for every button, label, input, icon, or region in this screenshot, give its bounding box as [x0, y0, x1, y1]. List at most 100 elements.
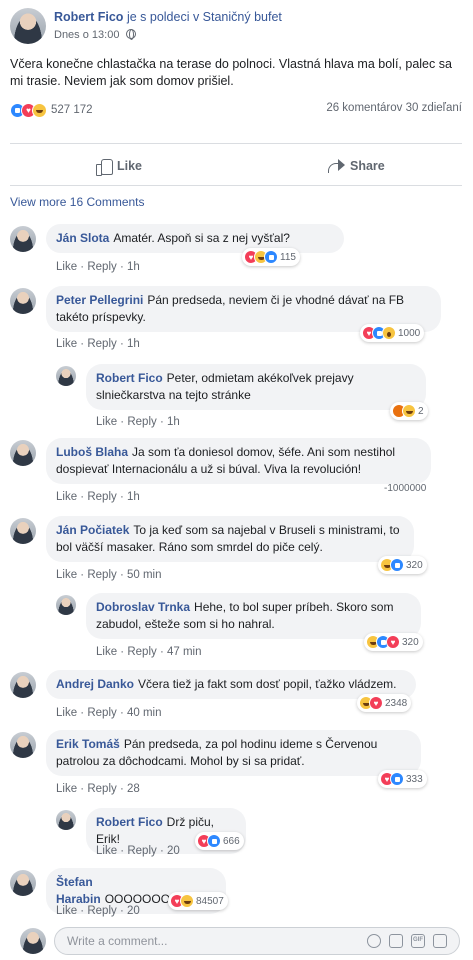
post-time[interactable]: Dnes o 13:00 [54, 29, 119, 41]
comment-author[interactable]: Luboš Blaha [56, 445, 128, 459]
comment-reactions[interactable]: 1000 [360, 324, 425, 342]
current-user-avatar [20, 928, 46, 954]
comment-like-link[interactable]: Like [56, 707, 77, 719]
commenter-avatar[interactable] [10, 226, 36, 252]
author-name[interactable]: Robert Fico [54, 10, 123, 24]
comment-like-link[interactable]: Like [56, 905, 77, 917]
comment-like-link[interactable]: Like [56, 261, 77, 273]
comment-author[interactable]: Robert Fico [96, 371, 163, 385]
post-header: Robert Fico je s poldeci v Staničný bufe… [10, 8, 463, 48]
comment-reactions[interactable]: 115 [242, 248, 300, 266]
comment-author[interactable]: Erik Tomáš [56, 737, 120, 751]
comments-shares-count[interactable]: 26 komentárov 30 zdieľaní [326, 102, 462, 114]
share-button-label: Share [350, 159, 385, 173]
author-location[interactable]: je s poldeci v Staničný bufet [127, 10, 282, 24]
comment-like-link[interactable]: Like [56, 338, 77, 350]
like-button[interactable]: Like [96, 152, 142, 180]
camera-icon[interactable] [389, 934, 403, 948]
comment-reply-link[interactable]: Reply [87, 491, 116, 503]
share-button[interactable]: Share [328, 152, 385, 180]
comment-time[interactable]: 1h [127, 338, 140, 350]
commenter-avatar[interactable] [56, 595, 76, 615]
comment-text: Včera tiež ja fakt som dosť popil, ťažko… [138, 677, 397, 691]
comment-like-link[interactable]: Like [96, 845, 117, 857]
comment-time[interactable]: 1h [127, 261, 140, 273]
comment-reactions[interactable]: 666 [195, 832, 244, 850]
comment-reaction-count: 333 [406, 773, 423, 785]
comment-reply-link[interactable]: Reply [87, 569, 116, 581]
comment-like-link[interactable]: Like [96, 646, 117, 658]
like-reaction-icon [207, 834, 221, 848]
commenter-avatar[interactable] [10, 518, 36, 544]
comment-like-link[interactable]: Like [96, 416, 117, 428]
comment-actions: Like · Reply · 1h [56, 491, 140, 503]
comment-reply-link[interactable]: Reply [87, 261, 116, 273]
comment-reaction-count: 2 [418, 405, 424, 417]
comment-time[interactable]: 20 [167, 845, 180, 857]
comment-actions: Like · Reply · 20 [56, 905, 140, 917]
comment-actions: Like · Reply · 20 [96, 845, 180, 857]
comment-author[interactable]: Andrej Danko [56, 677, 134, 691]
comment-reply-link[interactable]: Reply [87, 338, 116, 350]
comment-reactions[interactable]: 320 [378, 556, 427, 574]
comment-time[interactable]: 40 min [127, 707, 162, 719]
author-avatar[interactable] [10, 8, 46, 44]
comment-reactions[interactable]: 2348 [357, 694, 412, 712]
comment-reply-link[interactable]: Reply [127, 416, 156, 428]
comment-like-link[interactable]: Like [56, 491, 77, 503]
comment-reactions[interactable]: 2 [390, 402, 428, 420]
comment-reply-link[interactable]: Reply [87, 707, 116, 719]
commenter-avatar[interactable] [10, 440, 36, 466]
post-meta: Dnes o 13:00 [54, 29, 136, 41]
comment-reply-link[interactable]: Reply [127, 845, 156, 857]
post-reactions[interactable]: 527 172 [10, 101, 93, 119]
commenter-avatar[interactable] [56, 810, 76, 830]
wow-reaction-icon [382, 326, 396, 340]
comment-reply-link[interactable]: Reply [87, 783, 116, 795]
comment-reactions[interactable]: 320 [364, 633, 423, 651]
commenter-avatar[interactable] [10, 288, 36, 314]
gif-icon[interactable]: GIF [411, 934, 425, 948]
comment-reply-link[interactable]: Reply [127, 646, 156, 658]
comment-author[interactable]: Robert Fico [96, 815, 163, 829]
comment-actions: Like · Reply · 1h [56, 261, 140, 273]
post-stats: 527 172 26 komentárov 30 zdieľaní [10, 101, 462, 119]
comment-reactions[interactable]: 84507 [168, 892, 228, 910]
author-line: Robert Fico je s poldeci v Staničný bufe… [54, 10, 282, 24]
commenter-avatar[interactable] [56, 366, 76, 386]
comment-reaction-count: 84507 [196, 895, 224, 907]
comment-bubble: Ján Slota Amatér. Aspoň si sa z nej vyšťa… [46, 224, 344, 253]
haha-reaction-icon [32, 102, 47, 118]
comment-like-link[interactable]: Like [56, 783, 77, 795]
emoji-icon[interactable] [367, 934, 381, 948]
comment-time[interactable]: 50 min [127, 569, 162, 581]
comment-author[interactable]: Peter Pellegrini [56, 293, 143, 307]
comment-time[interactable]: 47 min [167, 646, 202, 658]
sticker-icon[interactable] [433, 934, 447, 948]
comment-time[interactable]: 1h [127, 491, 140, 503]
comment-reactions[interactable]: -1000000 [376, 479, 430, 497]
view-more-comments-link[interactable]: View more 16 Comments [10, 195, 145, 209]
comment-reactions[interactable]: 333 [378, 770, 427, 788]
comment-reaction-count: -1000000 [384, 482, 427, 494]
input-icons: GIF [367, 934, 447, 948]
comment-author[interactable]: Ján Počiatek [56, 523, 129, 537]
comment-reaction-count: 2348 [385, 697, 408, 709]
comment-time[interactable]: 28 [127, 783, 140, 795]
commenter-avatar[interactable] [10, 732, 36, 758]
comment-author[interactable]: Dobroslav Trnka [96, 600, 190, 614]
comment-input[interactable]: Write a comment... GIF [54, 927, 460, 955]
comment-reply-link[interactable]: Reply [87, 905, 116, 917]
commenter-avatar[interactable] [10, 672, 36, 698]
comment-time[interactable]: 1h [167, 416, 180, 428]
comment-bubble: Luboš Blaha Ja som ťa doniesol domov, šéf… [46, 438, 431, 484]
divider [10, 185, 462, 186]
comment-time[interactable]: 20 [127, 905, 140, 917]
comment-author[interactable]: Ján Slota [56, 231, 109, 245]
comment-author[interactable]: Štefan Harabin [56, 875, 101, 906]
comment-like-link[interactable]: Like [56, 569, 77, 581]
haha-reaction-icon [180, 894, 194, 908]
comment-reaction-count: 115 [280, 251, 296, 263]
comment-bubble: Robert Fico Peter, odmietam akékoľvek pre… [86, 364, 426, 410]
commenter-avatar[interactable] [10, 870, 36, 896]
